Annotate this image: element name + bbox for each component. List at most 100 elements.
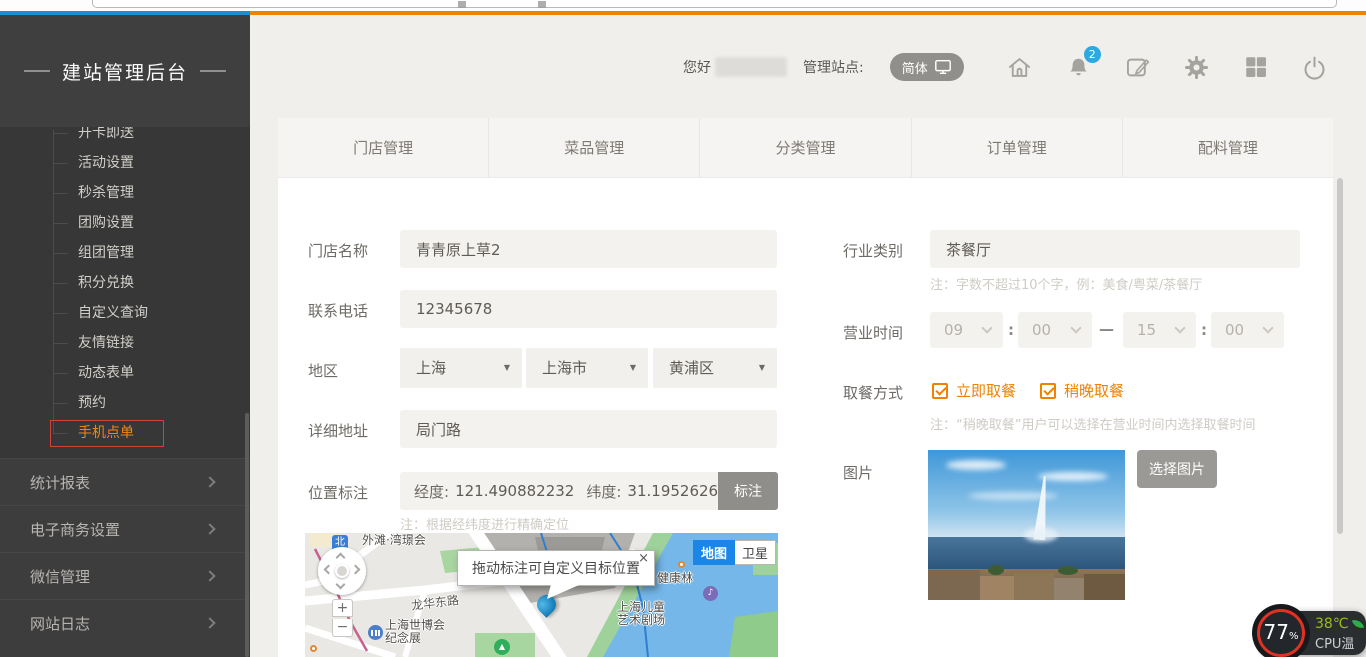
sidebar-section[interactable]: 网站日志 [0, 599, 250, 646]
poi-dot [678, 561, 685, 568]
sidebar-menu-item[interactable]: 友情链接 [0, 328, 250, 358]
pickup-option-label[interactable]: 立即取餐 [956, 380, 1016, 401]
image-label: 图片 [843, 462, 873, 483]
sidebar-menu-item[interactable]: 团购设置 [0, 208, 250, 238]
sidebar-menu-item[interactable]: 手机点单 [0, 418, 250, 448]
tab[interactable]: 订单管理 [912, 118, 1123, 177]
city-value: 上海市 [542, 359, 587, 377]
sidebar-menu-item[interactable]: 组团管理 [0, 238, 250, 268]
sidebar-menu-item[interactable]: 活动设置 [0, 148, 250, 178]
home-button[interactable] [1006, 53, 1034, 81]
pickup-checkbox[interactable] [932, 383, 948, 399]
tab[interactable]: 菜品管理 [489, 118, 700, 177]
open-hour-value: 09 [944, 321, 963, 339]
title-dash-left [24, 70, 50, 72]
photo-cloud [946, 460, 1006, 470]
map-type-satellite-button[interactable]: 卫星 [735, 540, 776, 565]
cpu-usage-ring: 77 % [1257, 609, 1305, 657]
industry-input[interactable] [930, 230, 1300, 268]
pickup-option: 立即取餐 [932, 380, 1016, 401]
sidebar-header: 建站管理后台 [0, 15, 250, 127]
pan-left-icon[interactable] [324, 565, 334, 575]
content-scrollbar-thumb[interactable] [1337, 178, 1343, 534]
language-switch-button[interactable]: 简体 [890, 53, 964, 81]
store-name-label: 门店名称 [308, 240, 368, 261]
browser-chrome-remnant [0, 0, 1366, 11]
latitude-value: 31.1952626403 [627, 482, 718, 500]
pan-up-icon[interactable] [336, 553, 346, 563]
sidebar-section[interactable]: 微信管理 [0, 552, 250, 599]
compose-button[interactable] [1124, 53, 1152, 81]
mark-location-button[interactable]: 标注 [718, 472, 778, 510]
sidebar-menu-item[interactable]: 秒杀管理 [0, 178, 250, 208]
store-name-input[interactable] [400, 230, 777, 268]
close-minute-value: 00 [1225, 321, 1244, 339]
pickup-options: 立即取餐 稍晚取餐 [932, 380, 1124, 401]
language-label: 简体 [902, 58, 928, 77]
address-label: 详细地址 [308, 420, 368, 441]
phone-input[interactable] [400, 290, 777, 328]
location-note: 注：根据经纬度进行精确定位 [400, 514, 569, 533]
region-label: 地区 [308, 360, 338, 381]
sidebar-section-label: 电子商务设置 [30, 519, 120, 540]
close-hour-select[interactable]: 15 [1123, 312, 1196, 348]
monitor-icon [934, 58, 952, 76]
pickup-label: 取餐方式 [843, 382, 903, 403]
photo-fountain-mist [1024, 528, 1058, 542]
sidebar-menu-item[interactable]: 预约 [0, 388, 250, 418]
cpu-usage-percent-sign: % [1289, 631, 1299, 642]
power-icon [1301, 54, 1328, 81]
pickup-option-label[interactable]: 稍晚取餐 [1064, 380, 1124, 401]
sidebar-menu-item[interactable]: 自定义查询 [0, 298, 250, 328]
cpu-usage-percent: 77 [1264, 622, 1289, 642]
pan-down-icon[interactable] [336, 580, 346, 590]
store-photo-thumbnail[interactable] [928, 450, 1125, 600]
open-hour-select[interactable]: 09 [930, 312, 1003, 348]
address-bar-text-remnant [458, 1, 466, 8]
time-range-dash: — [1099, 320, 1114, 338]
sidebar-scrollbar-thumb[interactable] [245, 413, 249, 657]
sidebar-section[interactable]: 统计报表 [0, 458, 250, 505]
map-zoom-out-button[interactable]: − [332, 619, 353, 637]
sidebar-menu-item[interactable]: 动态表单 [0, 358, 250, 388]
tab[interactable]: 门店管理 [278, 118, 489, 177]
map-type-map-button[interactable]: 地图 [693, 540, 735, 565]
pickup-checkbox[interactable] [1040, 383, 1056, 399]
map-widget[interactable]: 北 + − 地图 卫星 拖动标注可自定义目标位置 × 外滩·湾璟会 龙华东路 健… [305, 533, 778, 657]
sidebar-menu-item[interactable]: 积分兑换 [0, 268, 250, 298]
gear-icon [1183, 54, 1210, 81]
chevron-right-icon [204, 570, 215, 581]
pan-center-knob[interactable] [335, 564, 349, 578]
map-zoom-in-button[interactable]: + [332, 599, 353, 617]
city-select[interactable]: 上海市 ▼ [526, 348, 648, 388]
province-select[interactable]: 上海 ▼ [400, 348, 522, 388]
notifications-button[interactable]: 2 [1065, 53, 1093, 81]
address-input[interactable] [400, 410, 777, 448]
notification-badge: 2 [1084, 46, 1101, 63]
apps-button[interactable] [1242, 53, 1270, 81]
tooltip-close-icon[interactable]: × [638, 552, 649, 565]
logout-button[interactable] [1301, 53, 1329, 81]
greeting-text: 您好 [683, 57, 711, 77]
address-bar-bottom-edge [92, 0, 1337, 8]
open-minute-select[interactable]: 00 [1018, 312, 1092, 348]
photo-city [928, 569, 1125, 601]
tab-bar: 门店管理 菜品管理 分类管理 订单管理 配料管理 [278, 118, 1333, 178]
content-card: 门店管理 菜品管理 分类管理 订单管理 配料管理 门店名称 联系电话 地区 上海… [278, 118, 1333, 657]
sidebar-section-label: 微信管理 [30, 566, 90, 587]
map-label-expo: 上海世博会 纪念展 [385, 619, 445, 645]
district-select[interactable]: 黄浦区 ▼ [653, 348, 777, 388]
tab[interactable]: 分类管理 [700, 118, 911, 177]
settings-button[interactable] [1183, 53, 1211, 81]
location-coordinates-field[interactable]: 经度: 121.490882232 纬度: 31.1952626403 [400, 472, 718, 510]
chevron-down-icon [981, 322, 992, 333]
choose-image-button[interactable]: 选择图片 [1137, 450, 1217, 488]
tooltip-text: 拖动标注可自定义目标位置 [472, 558, 640, 578]
dropdown-arrow-icon: ▼ [630, 348, 636, 388]
tab[interactable]: 配料管理 [1123, 118, 1333, 177]
sidebar-section[interactable]: 电子商务设置 [0, 505, 250, 552]
pan-right-icon[interactable] [351, 565, 361, 575]
sidebar-section-label: 统计报表 [30, 472, 90, 493]
map-pan-control[interactable] [318, 547, 366, 595]
close-minute-select[interactable]: 00 [1211, 312, 1284, 348]
